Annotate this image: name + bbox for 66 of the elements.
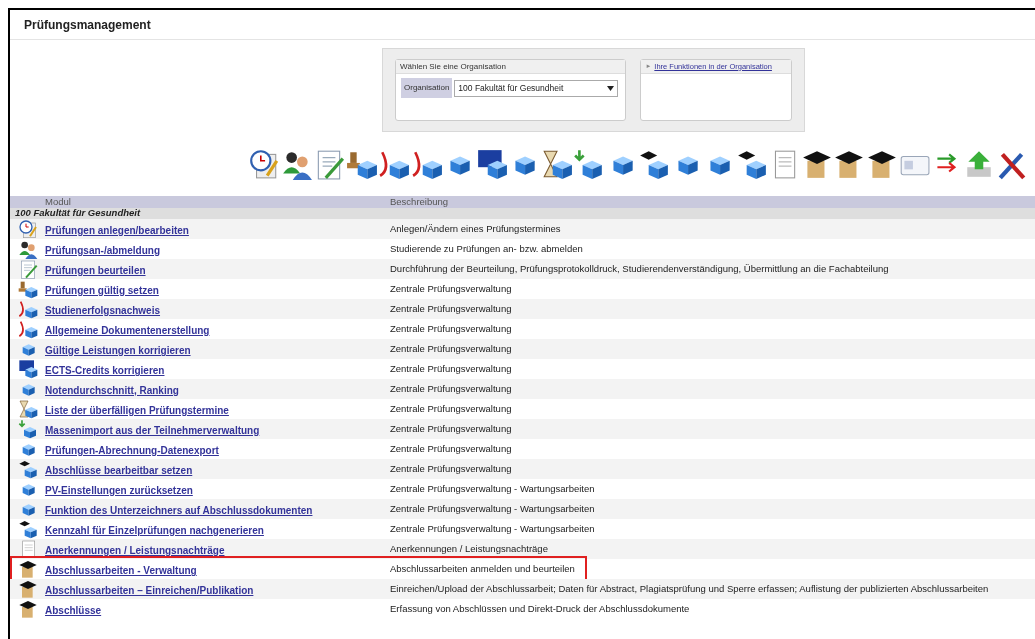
cap-cube-icon — [17, 459, 38, 479]
group-heading: 100 Fakultät für Gesundheit — [15, 206, 141, 221]
graduation-cap-icon[interactable] — [865, 148, 898, 180]
cap-cube-icon[interactable] — [638, 148, 670, 180]
organisation-dropdown[interactable]: 100 Fakultät für Gesundheit — [454, 79, 619, 97]
module-link[interactable]: Prüfungen gültig setzen — [45, 285, 159, 296]
graduation-cap-icon[interactable] — [833, 148, 865, 180]
module-link[interactable]: Kennzahl für Einzelprüfungen nachgenerieren — [45, 525, 264, 536]
description-cell-text: Anlegen/Ändern eines Prüfungstermines — [390, 221, 561, 236]
description-cell-text: Zentrale Prüfungsverwaltung — [390, 461, 512, 476]
module-link[interactable]: Allgemeine Dokumentenerstellung — [45, 325, 210, 336]
cap-cube-icon — [17, 519, 38, 539]
description-cell-text: Zentrale Prüfungsverwaltung — [390, 441, 512, 456]
module-link[interactable]: Prüfungsan-/abmeldung — [45, 245, 160, 256]
module-link[interactable]: Abschlussarbeiten - Verwaltung — [45, 565, 197, 576]
module-link[interactable]: Massenimport aus der Teilnehmerverwaltung — [45, 425, 260, 436]
description-cell-text: Zentrale Prüfungsverwaltung — [390, 421, 512, 436]
graduation-cap-icon[interactable] — [800, 148, 833, 180]
module-link[interactable]: Prüfungen anlegen/bearbeiten — [45, 225, 189, 236]
description-cell-text: Zentrale Prüfungsverwaltung — [390, 281, 512, 296]
description-cell-text: Zentrale Prüfungsverwaltung — [390, 401, 512, 416]
module-link[interactable]: Funktion des Unterzeichners auf Abschlussdokumenten — [45, 505, 313, 516]
description-cell-text: Einreichen/Upload der Abschlussarbeit; Daten für Abstract, Plagiatsprüfung und Sperre erfassen; Auflistung der publizierten Abschlussarbeiten — [390, 581, 989, 596]
page-title: Prüfungsmanagement — [24, 16, 151, 34]
description-cell-text: Zentrale Prüfungsverwaltung - Wartungsarbeiten — [390, 481, 595, 496]
graduation-cap-icon — [17, 559, 38, 579]
description-cell-text: Durchführung der Beurteilung, Prüfungsprotokolldruck, Studierendenverständigung, Übermittlung an die Fachabteilung — [390, 261, 889, 276]
description-cell-text: Zentrale Prüfungsverwaltung - Wartungsarbeiten — [390, 501, 595, 516]
module-link[interactable]: PV-Einstellungen zurücksetzen — [45, 485, 193, 496]
flag-cube-icon[interactable] — [475, 148, 508, 180]
module-link[interactable]: Anerkennungen / Leistungsnachträge — [45, 545, 225, 556]
module-link[interactable]: Prüfungen-Abrechnung-Datenexport — [45, 445, 219, 456]
description-cell-text: Zentrale Prüfungsverwaltung — [390, 301, 512, 316]
module-link[interactable]: Notendurchschnitt, Ranking — [45, 385, 179, 396]
hourglass-icon — [17, 399, 38, 419]
module-link[interactable]: Studienerfolgsnachweis — [45, 305, 161, 316]
column-header: Beschreibung — [390, 194, 449, 209]
description-cell-text: Zentrale Prüfungsverwaltung - Wartungsarbeiten — [390, 521, 595, 536]
description-cell-text: Zentrale Prüfungsverwaltung — [390, 361, 512, 376]
organisation-label: Organisation — [401, 78, 453, 98]
graduation-cap-icon — [17, 599, 38, 619]
column-header: Modul — [45, 194, 72, 209]
module-link[interactable]: Abschlüsse — [45, 605, 102, 616]
module-link[interactable]: ECTS-Credits korrigieren — [45, 365, 165, 376]
arrow-cube-icon — [17, 419, 38, 439]
module-link[interactable]: Gültige Leistungen korrigieren — [45, 345, 191, 356]
cap-cube-icon[interactable] — [735, 148, 768, 180]
description-cell-text: Abschlussarbeiten anmelden und beurteilen — [390, 561, 575, 576]
people-icon — [17, 239, 38, 259]
description-cell-text: Anerkennungen / Leistungsnachträge — [390, 541, 548, 556]
module-link[interactable]: Abschlussarbeiten – Einreichen/Publikation — [45, 585, 254, 596]
module-link[interactable]: Abschlüsse bearbeitbar setzen — [45, 465, 193, 476]
graduation-cap-icon — [17, 579, 38, 599]
clock-icon[interactable] — [248, 148, 280, 180]
organisation-heading: Wählen Sie eine Organisation — [400, 60, 506, 73]
arrow-cube-icon[interactable] — [573, 148, 605, 180]
dropdown-caret-icon — [607, 85, 615, 91]
description-cell-text: Zentrale Prüfungsverwaltung — [390, 341, 512, 356]
description-cell-text: Erfassung von Abschlüssen und Direkt-Druck der Abschlussdokumente — [390, 601, 690, 616]
module-link[interactable]: Liste der überfälligen Prüfungstermine — [45, 405, 229, 416]
description-cell-text: Studierende zu Prüfungen an- bzw. abmelden — [390, 241, 583, 256]
flag-cube-icon — [17, 359, 38, 379]
module-link[interactable]: Prüfungen beurteilen — [45, 265, 146, 276]
stamp-cube-icon — [17, 279, 38, 299]
description-cell-text: Zentrale Prüfungsverwaltung — [390, 381, 512, 396]
description-cell-text: Zentrale Prüfungsverwaltung — [390, 321, 512, 336]
